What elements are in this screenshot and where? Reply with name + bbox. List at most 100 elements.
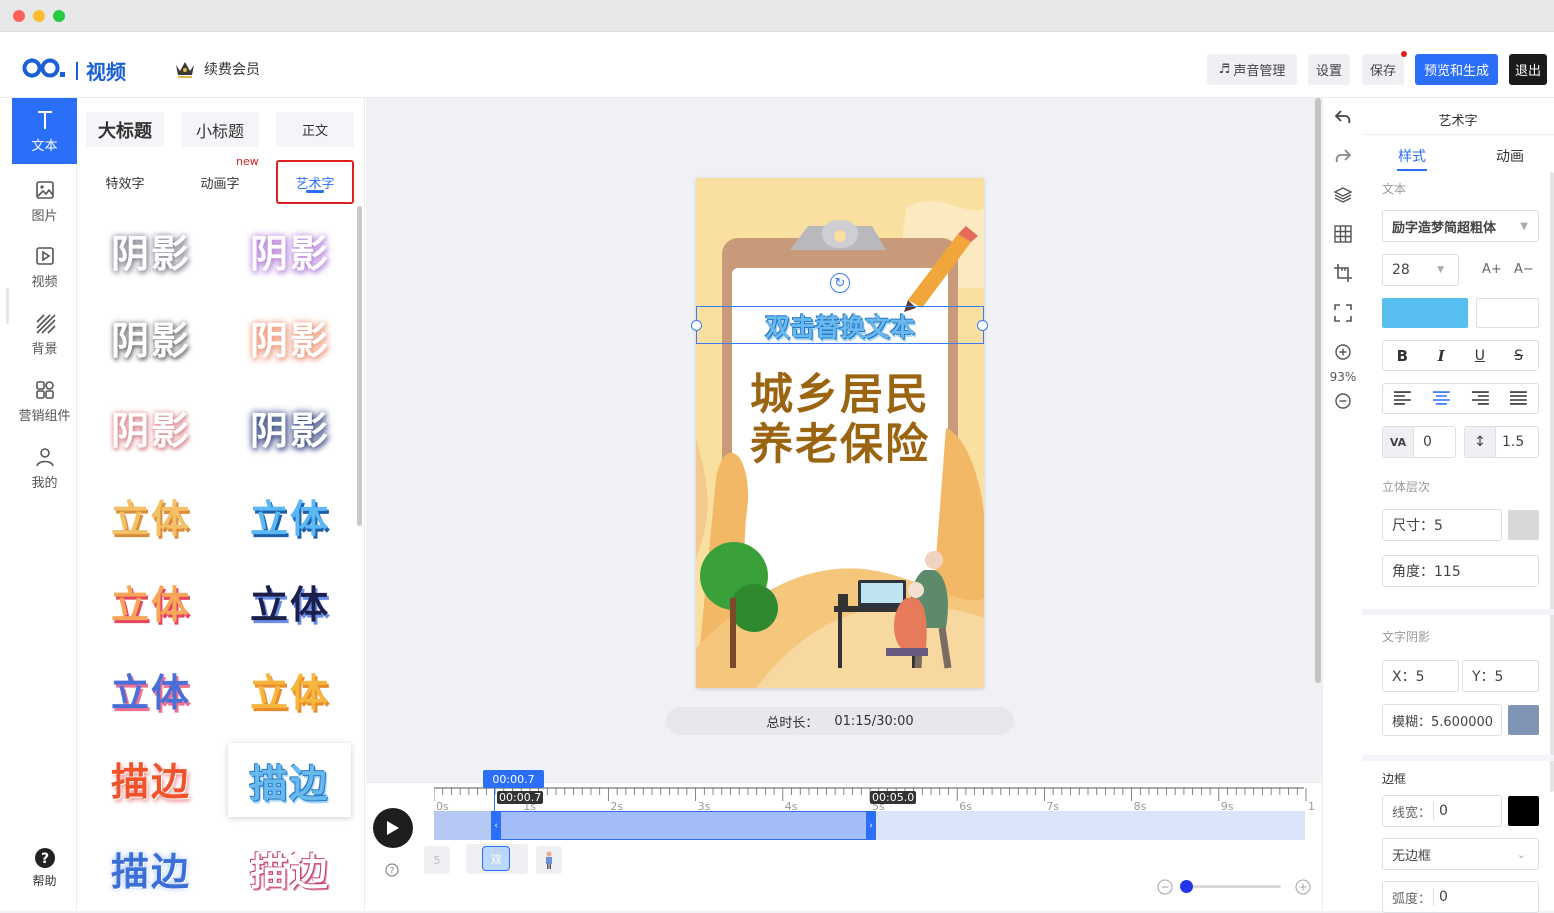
art-style-item[interactable]: 立体	[91, 565, 211, 637]
text-section-label: 文本	[1382, 182, 1407, 196]
preview-generate-button[interactable]: 预览和生成	[1415, 54, 1498, 85]
layer-thumb-selected[interactable]: 双	[466, 844, 528, 874]
tab-animation[interactable]: 动画	[1480, 146, 1540, 166]
timeline-zoom-in-icon[interactable]	[1295, 879, 1311, 895]
underline-button[interactable]: U	[1461, 341, 1500, 370]
clip-handle-right[interactable]: ›	[866, 811, 876, 840]
maximize-window-button[interactable]	[53, 10, 65, 22]
timeline-zoom-out-icon[interactable]	[1157, 879, 1173, 895]
art-style-item[interactable]: 描边	[91, 832, 211, 904]
crop-icon[interactable]	[1333, 263, 1353, 283]
timeline-zoom-knob[interactable]	[1180, 880, 1193, 893]
app-logo[interactable]: 视频	[22, 56, 126, 85]
voice-management-button[interactable]: ♬ 声音管理	[1207, 54, 1297, 85]
art-style-item[interactable]: 立体	[230, 479, 350, 551]
undo-icon[interactable]	[1333, 107, 1353, 127]
grid-icon[interactable]	[1333, 224, 1353, 244]
font-family-select[interactable]: 励字造梦简超粗体 ▼	[1382, 210, 1539, 242]
border-style-select[interactable]: 无边框 ⌄	[1382, 838, 1539, 870]
italic-button[interactable]: I	[1422, 341, 1461, 370]
timeline-playhead[interactable]: 00:00.7	[483, 770, 544, 788]
main-title-line2[interactable]: 养老保险	[696, 410, 984, 472]
shadow-x-input[interactable]: X：5	[1382, 660, 1459, 692]
art-style-item[interactable]: 立体	[91, 479, 211, 551]
border-width-input[interactable]: 线宽： 0	[1382, 795, 1502, 827]
bold-button[interactable]: B	[1383, 341, 1422, 370]
selected-clip[interactable]: ‹ ›	[491, 811, 876, 840]
art-style-item[interactable]: 阴影	[230, 214, 350, 286]
align-right-icon[interactable]	[1461, 384, 1500, 413]
art-style-item[interactable]: 阴影	[91, 214, 211, 286]
close-window-button[interactable]	[13, 10, 25, 22]
selected-text-box[interactable]: 双击替换文本	[696, 306, 984, 344]
tab-style[interactable]: 样式	[1382, 146, 1442, 166]
border-radius-input[interactable]: 弧度： 0	[1382, 881, 1539, 913]
decrease-font-button[interactable]: A−	[1514, 262, 1534, 277]
nav-video[interactable]: 视频	[12, 234, 77, 300]
exit-button[interactable]: 退出	[1509, 54, 1547, 85]
clip-handle-left[interactable]: ‹	[491, 811, 501, 840]
fill-color-swatch[interactable]	[1382, 298, 1468, 328]
align-left-icon[interactable]	[1383, 384, 1422, 413]
strikethrough-button[interactable]: S	[1499, 341, 1538, 370]
nav-text[interactable]: 文本	[12, 98, 77, 164]
depth-color-swatch[interactable]	[1508, 510, 1539, 540]
nav-image[interactable]: 图片	[12, 168, 77, 234]
help-button[interactable]: ? 帮助	[12, 848, 77, 889]
tab-art-text[interactable]: 艺术字	[276, 160, 354, 204]
art-style-item[interactable]: 阴影	[91, 391, 211, 463]
zoom-out-icon[interactable]	[1333, 391, 1353, 411]
align-center-icon[interactable]	[1422, 384, 1461, 413]
shadow-color-swatch[interactable]	[1508, 705, 1539, 735]
letter-spacing-input[interactable]: VA 0	[1382, 426, 1456, 458]
depth-angle-input[interactable]: 角度：115	[1382, 555, 1539, 587]
settings-button[interactable]: 设置	[1308, 54, 1350, 85]
layer-thumb[interactable]: 5	[424, 846, 450, 874]
art-style-item[interactable]: 立体	[230, 653, 350, 725]
art-style-item[interactable]: 立体	[91, 653, 211, 725]
art-style-item[interactable]: 描边	[91, 742, 211, 814]
timeline-track-segment[interactable]	[434, 811, 491, 840]
nav-mine[interactable]: 我的	[12, 435, 77, 501]
redo-icon[interactable]	[1333, 146, 1353, 166]
zoom-in-icon[interactable]	[1333, 342, 1353, 362]
body-text-button[interactable]: 正文	[276, 112, 354, 147]
panel-scrollbar[interactable]	[357, 206, 362, 526]
align-justify-icon[interactable]	[1499, 384, 1538, 413]
shadow-blur-input[interactable]: 模糊：5.600000	[1382, 704, 1502, 736]
canvas-scrollbar[interactable]	[1315, 98, 1321, 683]
save-button[interactable]: 保存	[1362, 54, 1404, 85]
help-circle-icon[interactable]: ?	[385, 863, 399, 877]
big-title-button[interactable]: 大标题	[86, 112, 164, 147]
vip-renew[interactable]: 续费会员	[174, 59, 260, 79]
art-style-item-selected[interactable]: 描边	[228, 743, 351, 817]
art-style-item[interactable]: 阴影	[91, 301, 211, 373]
fullscreen-icon[interactable]	[1333, 303, 1353, 323]
timeline-zoom-slider[interactable]	[1181, 885, 1281, 888]
depth-size-input[interactable]: 尺寸：5	[1382, 509, 1502, 541]
increase-font-button[interactable]: A+	[1482, 262, 1502, 277]
stroke-color-swatch[interactable]	[1476, 298, 1539, 328]
layer-thumb-figure[interactable]	[536, 846, 562, 874]
art-style-item[interactable]: 描边	[230, 832, 350, 904]
video-frame[interactable]: 城乡居民 养老保险	[696, 178, 984, 688]
art-style-item[interactable]: 阴影	[230, 391, 350, 463]
shadow-y-input[interactable]: Y：5	[1462, 660, 1539, 692]
border-color-swatch[interactable]	[1508, 796, 1539, 826]
play-button[interactable]	[373, 808, 413, 848]
font-size-select[interactable]: 28 ▼	[1382, 254, 1459, 286]
resize-handle-right[interactable]	[977, 320, 988, 331]
art-text-element[interactable]: 双击替换文本	[697, 308, 983, 344]
art-style-item[interactable]: 立体	[230, 565, 350, 637]
nav-widgets[interactable]: 营销组件	[12, 368, 77, 434]
tab-effect-text[interactable]: 特效字	[86, 160, 164, 204]
subtitle-button[interactable]: 小标题	[181, 112, 259, 147]
art-style-item[interactable]: 阴影	[230, 301, 350, 373]
resize-handle-left[interactable]	[691, 320, 702, 331]
line-height-input[interactable]: ↕ 1.5	[1464, 426, 1539, 458]
rotate-handle-icon[interactable]: ↻	[830, 273, 850, 293]
minimize-window-button[interactable]	[33, 10, 45, 22]
properties-scrollbar[interactable]	[1550, 172, 1554, 792]
nav-background[interactable]: 背景	[12, 301, 77, 367]
layers-icon[interactable]	[1333, 185, 1353, 205]
